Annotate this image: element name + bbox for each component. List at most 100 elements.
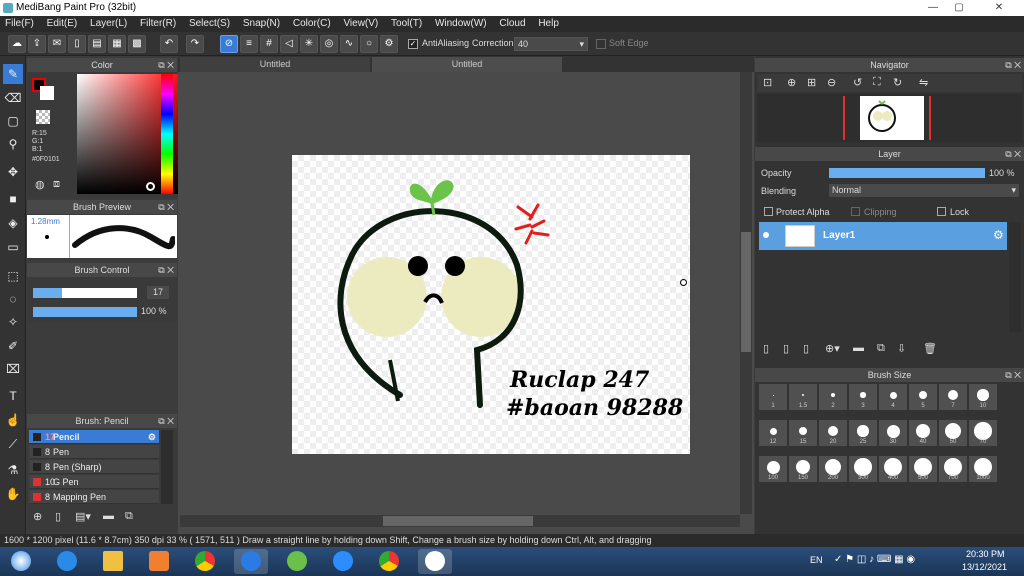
brush-item-pencil[interactable]: 17Pencil ⚙ <box>29 430 159 444</box>
panel-close-icon[interactable]: ⧉ ✕ <box>158 200 174 214</box>
menu-select[interactable]: Select(S) <box>184 16 235 32</box>
new-brush-icon[interactable]: ▯ <box>55 510 61 523</box>
brush-size-option[interactable]: 50 <box>939 420 967 446</box>
magic-wand-tool-icon[interactable]: ✧ <box>3 312 23 332</box>
minimize-button[interactable]: — <box>920 0 946 16</box>
zoom-fit-icon[interactable]: ⊡ <box>763 76 772 89</box>
horizontal-scrollbar[interactable] <box>180 515 740 527</box>
brush-size-option[interactable]: 1000 <box>969 456 997 482</box>
layer-folder-icon[interactable]: ▬ <box>853 342 864 354</box>
drawing-canvas[interactable]: Ruclap 247 #baoan 98288 <box>292 155 690 454</box>
app-green-icon[interactable] <box>280 549 314 574</box>
panel-close-icon[interactable]: ⧉ ✕ <box>1005 147 1021 161</box>
menu-window[interactable]: Window(W) <box>430 16 492 32</box>
new-8bit-layer-icon[interactable]: ▯ <box>803 342 809 355</box>
menu-cloud[interactable]: Cloud <box>494 16 530 32</box>
hand-tool-icon[interactable]: ✋ <box>3 484 23 504</box>
bucket-tool-icon[interactable]: ◈ <box>3 213 23 233</box>
layer-row[interactable]: Layer1 ⚙ <box>759 222 1007 250</box>
tray-icons[interactable]: ✓ ⚑ ◫ ♪ ⌨ ▦ ◉ <box>834 554 915 565</box>
menu-color[interactable]: Color(C) <box>288 16 336 32</box>
brush-list-scrollbar[interactable] <box>161 430 173 504</box>
brush-size-option[interactable]: 25 <box>849 420 877 446</box>
hue-slider[interactable] <box>161 74 173 194</box>
undo-icon[interactable]: ↶ <box>160 35 178 53</box>
menu-help[interactable]: Help <box>533 16 564 32</box>
brush-size-option[interactable]: 15 <box>789 420 817 446</box>
save-icon[interactable]: ▤ <box>88 35 106 53</box>
zoom-icon[interactable] <box>326 549 360 574</box>
panel-close-icon[interactable]: ⧉ ✕ <box>158 414 174 428</box>
ie-icon[interactable] <box>50 549 84 574</box>
protect-alpha-checkbox[interactable] <box>764 207 773 216</box>
zalo-icon[interactable] <box>234 549 268 574</box>
antialias-checkbox[interactable]: ✓ <box>408 39 418 49</box>
zoom-out-icon[interactable]: ⊖ <box>827 76 836 89</box>
dot-tool-icon[interactable]: ▢ <box>3 111 23 131</box>
panel-close-icon[interactable]: ⧉ ✕ <box>1005 58 1021 72</box>
fit-screen-icon[interactable]: ⛶ <box>873 76 881 89</box>
medibang-icon[interactable] <box>418 549 452 574</box>
upload-icon[interactable]: ⇪ <box>28 35 46 53</box>
duplicate-layer-icon[interactable]: ⧉ <box>877 342 885 355</box>
brush-size-option[interactable]: 10 <box>969 384 997 410</box>
navigator-preview[interactable] <box>757 94 1022 142</box>
cloud-icon[interactable]: ☁ <box>8 35 26 53</box>
panel-close-icon[interactable]: ⧉ ✕ <box>158 263 174 277</box>
brush-item-g-pen[interactable]: 10G Pen <box>29 475 159 489</box>
brush-size-option[interactable]: 5 <box>909 384 937 410</box>
blending-select[interactable]: Normal ▾ <box>829 184 1019 197</box>
menu-view[interactable]: View(V) <box>338 16 383 32</box>
snap-parallel-icon[interactable]: ≡ <box>240 35 258 53</box>
brush-menu-icon[interactable]: ▤▾ <box>75 510 91 523</box>
brush-size-option[interactable]: 3 <box>849 384 877 410</box>
brush-size-option[interactable]: 7 <box>939 384 967 410</box>
menu-edit[interactable]: Edit(E) <box>42 16 83 32</box>
text-tool-icon[interactable]: T <box>3 386 23 406</box>
visibility-icon[interactable] <box>763 232 769 238</box>
snap-circle-icon[interactable]: ◎ <box>320 35 338 53</box>
add-brush-icon[interactable]: ⊕ <box>33 510 42 523</box>
transparent-color-swatch[interactable] <box>36 110 50 124</box>
new-file-icon[interactable]: ▯ <box>68 35 86 53</box>
brush-size-option[interactable]: 150 <box>789 456 817 482</box>
media-player-icon[interactable] <box>142 549 176 574</box>
zoom-in-icon[interactable]: ⊕ <box>787 76 796 89</box>
grid-icon[interactable]: ▩ <box>128 35 146 53</box>
brush-size-option[interactable]: 70 <box>969 420 997 446</box>
clock-time[interactable]: 20:30 PM <box>966 549 1005 559</box>
chrome-icon[interactable] <box>188 549 222 574</box>
snap-off-icon[interactable]: ⊘ <box>220 35 238 53</box>
snap-radial-icon[interactable]: ✳ <box>300 35 318 53</box>
brush-size-option[interactable]: 4 <box>879 384 907 410</box>
new-halftone-layer-icon[interactable]: ▯ <box>783 342 789 355</box>
snap-grid-icon[interactable]: # <box>260 35 278 53</box>
new-layer-icon[interactable]: ▯ <box>763 342 769 355</box>
eyedropper-tool-icon[interactable]: ⚗ <box>3 460 23 480</box>
brush-size-option[interactable]: 500 <box>909 456 937 482</box>
lock-checkbox[interactable] <box>937 207 946 216</box>
rotate-right-icon[interactable]: ↻ <box>893 76 902 89</box>
select-eraser-tool-icon[interactable]: ⌧ <box>3 359 23 379</box>
brush-item-mapping-pen[interactable]: 8 Mapping Pen <box>29 490 159 504</box>
brush-size-option[interactable]: 100 <box>759 456 787 482</box>
brush-size-slider[interactable] <box>33 288 137 298</box>
background-color-swatch[interactable] <box>40 86 54 100</box>
soft-edge-checkbox[interactable] <box>596 39 606 49</box>
snap-ellipse-icon[interactable]: ○ <box>360 35 378 53</box>
palette-icon[interactable]: ◍ <box>35 178 45 191</box>
rotate-left-icon[interactable]: ↺ <box>853 76 862 89</box>
tab-untitled-1[interactable]: Untitled <box>180 57 370 72</box>
zoom-actual-icon[interactable]: ⊞ <box>807 76 816 89</box>
menu-layer[interactable]: Layer(L) <box>85 16 132 32</box>
close-button[interactable]: ✕ <box>986 0 1012 16</box>
start-button[interactable] <box>4 549 38 574</box>
vertical-scrollbar[interactable] <box>740 72 752 514</box>
select-tool-icon[interactable]: ⬚ <box>3 266 23 286</box>
brush-opacity-slider[interactable] <box>33 307 137 317</box>
color-swap-icon[interactable]: ⧈ <box>53 178 60 191</box>
select-pen-tool-icon[interactable]: ✐ <box>3 336 23 356</box>
maximize-button[interactable]: ▢ <box>946 0 972 16</box>
brush-size-value[interactable]: 17 <box>147 286 169 299</box>
gradation-tool-icon[interactable]: ▭ <box>3 237 23 257</box>
